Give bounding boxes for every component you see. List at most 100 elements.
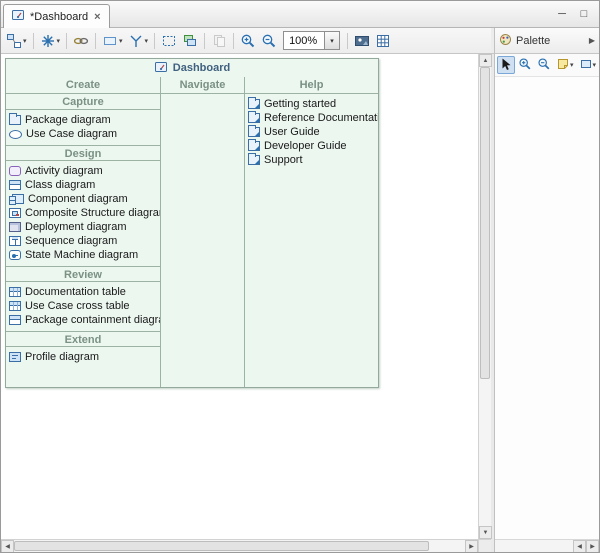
item-label: Support xyxy=(264,154,303,166)
package-diagram-icon xyxy=(9,115,21,125)
layers-button[interactable] xyxy=(180,30,200,52)
link-icon xyxy=(73,33,89,49)
create-item-class-diagram[interactable]: Class diagram xyxy=(6,178,160,192)
vertical-scroll-thumb[interactable] xyxy=(480,67,490,379)
item-label: Package containment diagram xyxy=(25,314,160,326)
chevron-down-icon[interactable]: ▾ xyxy=(593,61,597,69)
scroll-down-icon[interactable]: ▼ xyxy=(479,526,492,539)
connector-button[interactable]: ▾ xyxy=(126,30,151,52)
note-tool[interactable]: ▾ xyxy=(554,56,576,74)
vertical-scrollbar[interactable]: ▲ ▼ xyxy=(478,54,491,539)
select-tool[interactable] xyxy=(497,56,515,74)
create-item-use-case-cross-table[interactable]: Use Case cross table xyxy=(6,299,160,313)
zoom-in-icon xyxy=(518,57,532,74)
scroll-left-icon[interactable]: ◀ xyxy=(1,540,14,553)
create-item-use-case-diagram[interactable]: Use Case diagram xyxy=(6,127,160,141)
column-header-navigate: Navigate xyxy=(161,77,244,94)
copy-button xyxy=(209,30,229,52)
deployment-diagram-icon xyxy=(9,222,21,232)
section-capture: Capture Package diagram Use Case diagram xyxy=(6,94,160,145)
create-item-state-machine-diagram[interactable]: State Machine diagram xyxy=(6,248,160,262)
dashboard-tab-icon xyxy=(11,8,25,25)
vertical-scroll-track[interactable] xyxy=(479,67,491,526)
palette-header[interactable]: Palette ▶ xyxy=(494,28,599,53)
chevron-down-icon[interactable]: ▾ xyxy=(57,37,61,45)
scroll-up-icon[interactable]: ▲ xyxy=(479,54,492,67)
zoom-out-button[interactable] xyxy=(259,30,279,52)
create-item-deployment-diagram[interactable]: Deployment diagram xyxy=(6,220,160,234)
editor-area: Dashboard Create Capture Pac xyxy=(1,54,491,552)
shape-button[interactable]: ▾ xyxy=(100,30,125,52)
create-item-sequence-diagram[interactable]: Sequence diagram xyxy=(6,234,160,248)
item-label: Deployment diagram xyxy=(25,221,127,233)
palette-body[interactable] xyxy=(495,77,599,539)
horizontal-scroll-thumb[interactable] xyxy=(14,541,429,551)
marquee-select-button[interactable] xyxy=(159,30,179,52)
export-image-button[interactable] xyxy=(352,30,372,52)
shape-tool-icon xyxy=(579,57,593,74)
item-label: Component diagram xyxy=(28,193,128,205)
chevron-down-icon[interactable]: ▾ xyxy=(23,37,27,45)
item-label: Profile diagram xyxy=(25,351,99,363)
dashboard-column-navigate: Navigate xyxy=(160,77,245,387)
link-button[interactable] xyxy=(71,30,91,52)
create-item-component-diagram[interactable]: Component diagram xyxy=(6,192,160,206)
help-item-developer-guide[interactable]: Developer Guide xyxy=(245,139,378,153)
create-item-profile-diagram[interactable]: Profile diagram xyxy=(6,350,160,364)
help-item-user-guide[interactable]: User Guide xyxy=(245,125,378,139)
palette-title: Palette xyxy=(516,35,550,47)
palette-zoom-in-tool[interactable] xyxy=(516,56,534,74)
help-link-icon xyxy=(248,127,260,137)
create-item-package-diagram[interactable]: Package diagram xyxy=(6,113,160,127)
palette-scrollbar[interactable]: ◀ ▶ xyxy=(495,539,599,552)
activity-diagram-icon xyxy=(9,166,21,176)
dashboard-panel[interactable]: Dashboard Create Capture Pac xyxy=(5,58,379,388)
section-header-capture: Capture xyxy=(6,94,160,110)
palette-toolbar: ▾ ▾ xyxy=(495,54,599,77)
minimize-icon[interactable]: ─ xyxy=(555,7,569,20)
horizontal-scrollbar[interactable]: ◀ ▶ xyxy=(1,539,478,552)
item-label: Developer Guide xyxy=(264,140,347,152)
scrollbar-corner xyxy=(478,539,491,552)
item-label: Use Case diagram xyxy=(26,128,117,140)
toolbar-separator xyxy=(33,33,34,49)
chevron-down-icon[interactable]: ▾ xyxy=(570,61,574,69)
item-label: Package diagram xyxy=(25,114,111,126)
scroll-left-icon[interactable]: ◀ xyxy=(573,540,586,553)
zoom-level-combo[interactable]: 100% ▾ xyxy=(283,31,340,50)
chevron-down-icon[interactable]: ▾ xyxy=(145,37,149,45)
zoom-combo-arrow-icon[interactable]: ▾ xyxy=(324,32,339,49)
item-label: Reference Documentation xyxy=(264,112,378,124)
dashboard-title: Dashboard xyxy=(173,62,230,74)
chevron-down-icon[interactable]: ▾ xyxy=(119,37,123,45)
help-item-reference-documentation[interactable]: Reference Documentation xyxy=(245,111,378,125)
zoom-in-icon xyxy=(240,33,256,49)
tab-close-icon[interactable]: × xyxy=(93,11,101,23)
palette-zoom-out-tool[interactable] xyxy=(535,56,553,74)
editor-tab-bar: *Dashboard × ─ □ xyxy=(1,1,599,28)
create-item-composite-structure-diagram[interactable]: Composite Structure diagram xyxy=(6,206,160,220)
create-item-package-containment-diagram[interactable]: Package containment diagram xyxy=(6,313,160,327)
zoom-in-button[interactable] xyxy=(238,30,258,52)
help-item-support[interactable]: Support xyxy=(245,153,378,167)
maximize-icon[interactable]: □ xyxy=(577,7,591,20)
tab-dashboard[interactable]: *Dashboard × xyxy=(3,4,110,28)
palette-expand-icon[interactable]: ▶ xyxy=(589,36,595,45)
item-label: Class diagram xyxy=(25,179,95,191)
zoom-level-value[interactable]: 100% xyxy=(284,35,324,47)
scroll-right-icon[interactable]: ▶ xyxy=(586,540,599,553)
new-diagram-button[interactable]: ▾ xyxy=(4,30,29,52)
section-header-extend: Extend xyxy=(6,331,160,347)
create-item-activity-diagram[interactable]: Activity diagram xyxy=(6,164,160,178)
create-element-icon xyxy=(40,33,56,49)
create-item-documentation-table[interactable]: Documentation table xyxy=(6,285,160,299)
toolbar-separator xyxy=(66,33,67,49)
horizontal-scroll-track[interactable] xyxy=(14,540,465,552)
shape-tool[interactable]: ▾ xyxy=(577,56,599,74)
scroll-right-icon[interactable]: ▶ xyxy=(465,540,478,553)
grid-button[interactable] xyxy=(373,30,393,52)
diagram-canvas[interactable]: Dashboard Create Capture Pac xyxy=(1,54,478,539)
class-diagram-icon xyxy=(9,180,21,190)
help-item-getting-started[interactable]: Getting started xyxy=(245,97,378,111)
create-element-button[interactable]: ▾ xyxy=(38,30,63,52)
